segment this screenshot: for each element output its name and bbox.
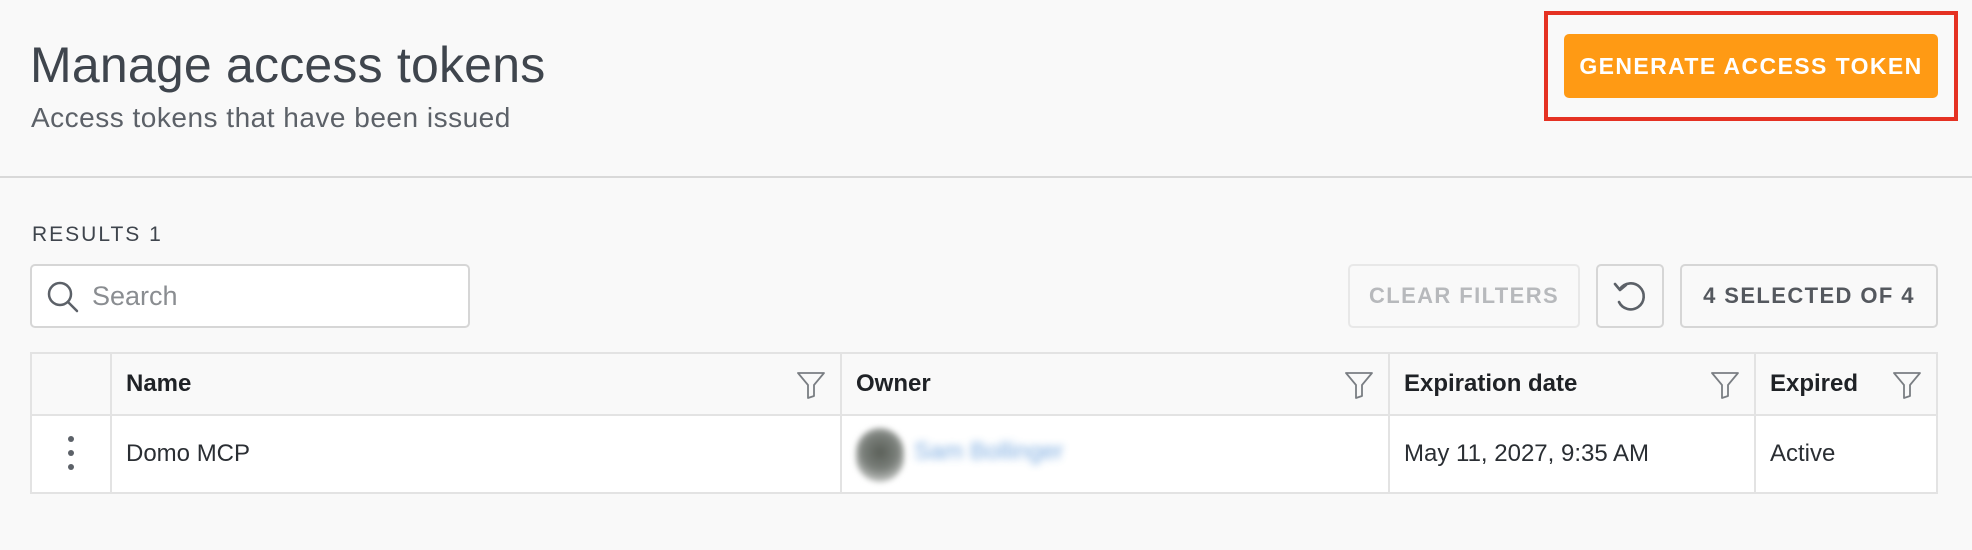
filter-icon[interactable]: [1710, 370, 1740, 400]
token-name: Domo MCP: [126, 440, 251, 467]
name-column: Name Domo MCP: [110, 354, 840, 492]
column-header-expiration-date[interactable]: Expiration date: [1404, 370, 1577, 398]
expired-column: Expired Active: [1754, 354, 1936, 492]
avatar: [856, 428, 904, 482]
page-title: Manage access tokens: [30, 37, 546, 93]
generate-access-token-button[interactable]: GENERATE ACCESS TOKEN: [1564, 34, 1938, 98]
refresh-icon: [1613, 282, 1646, 311]
column-header-owner[interactable]: Owner: [856, 370, 931, 398]
expiration-date-column: Expiration date May 11, 2027, 9:35 AM: [1388, 354, 1754, 492]
expiration-date: May 11, 2027, 9:35 AM: [1404, 440, 1650, 467]
refresh-button[interactable]: [1596, 264, 1664, 328]
column-header-expired[interactable]: Expired: [1770, 370, 1858, 398]
search-input[interactable]: [92, 266, 462, 326]
filter-icon[interactable]: [1344, 370, 1374, 400]
expired-status: Active: [1770, 440, 1836, 467]
column-selector-button[interactable]: 4 SELECTED OF 4: [1680, 264, 1938, 328]
column-header-name[interactable]: Name: [126, 370, 191, 398]
search-icon: [47, 281, 79, 313]
filter-icon[interactable]: [796, 370, 826, 400]
filter-icon[interactable]: [1892, 370, 1922, 400]
kebab-menu-icon[interactable]: [56, 434, 86, 472]
search-box[interactable]: [30, 264, 470, 328]
page-header: Manage access tokens Access tokens that …: [0, 0, 1972, 178]
results-count: RESULTS 1: [32, 223, 163, 246]
owner-column: Owner Sam Bollinger: [840, 354, 1388, 492]
actions-column: [32, 354, 110, 492]
owner-link[interactable]: Sam Bollinger: [914, 438, 1063, 466]
clear-filters-button[interactable]: CLEAR FILTERS: [1348, 264, 1580, 328]
tokens-table: Name Domo MCP Owner Sam Bollinger Expira…: [30, 352, 1938, 494]
page-subtitle: Access tokens that have been issued: [31, 102, 511, 133]
